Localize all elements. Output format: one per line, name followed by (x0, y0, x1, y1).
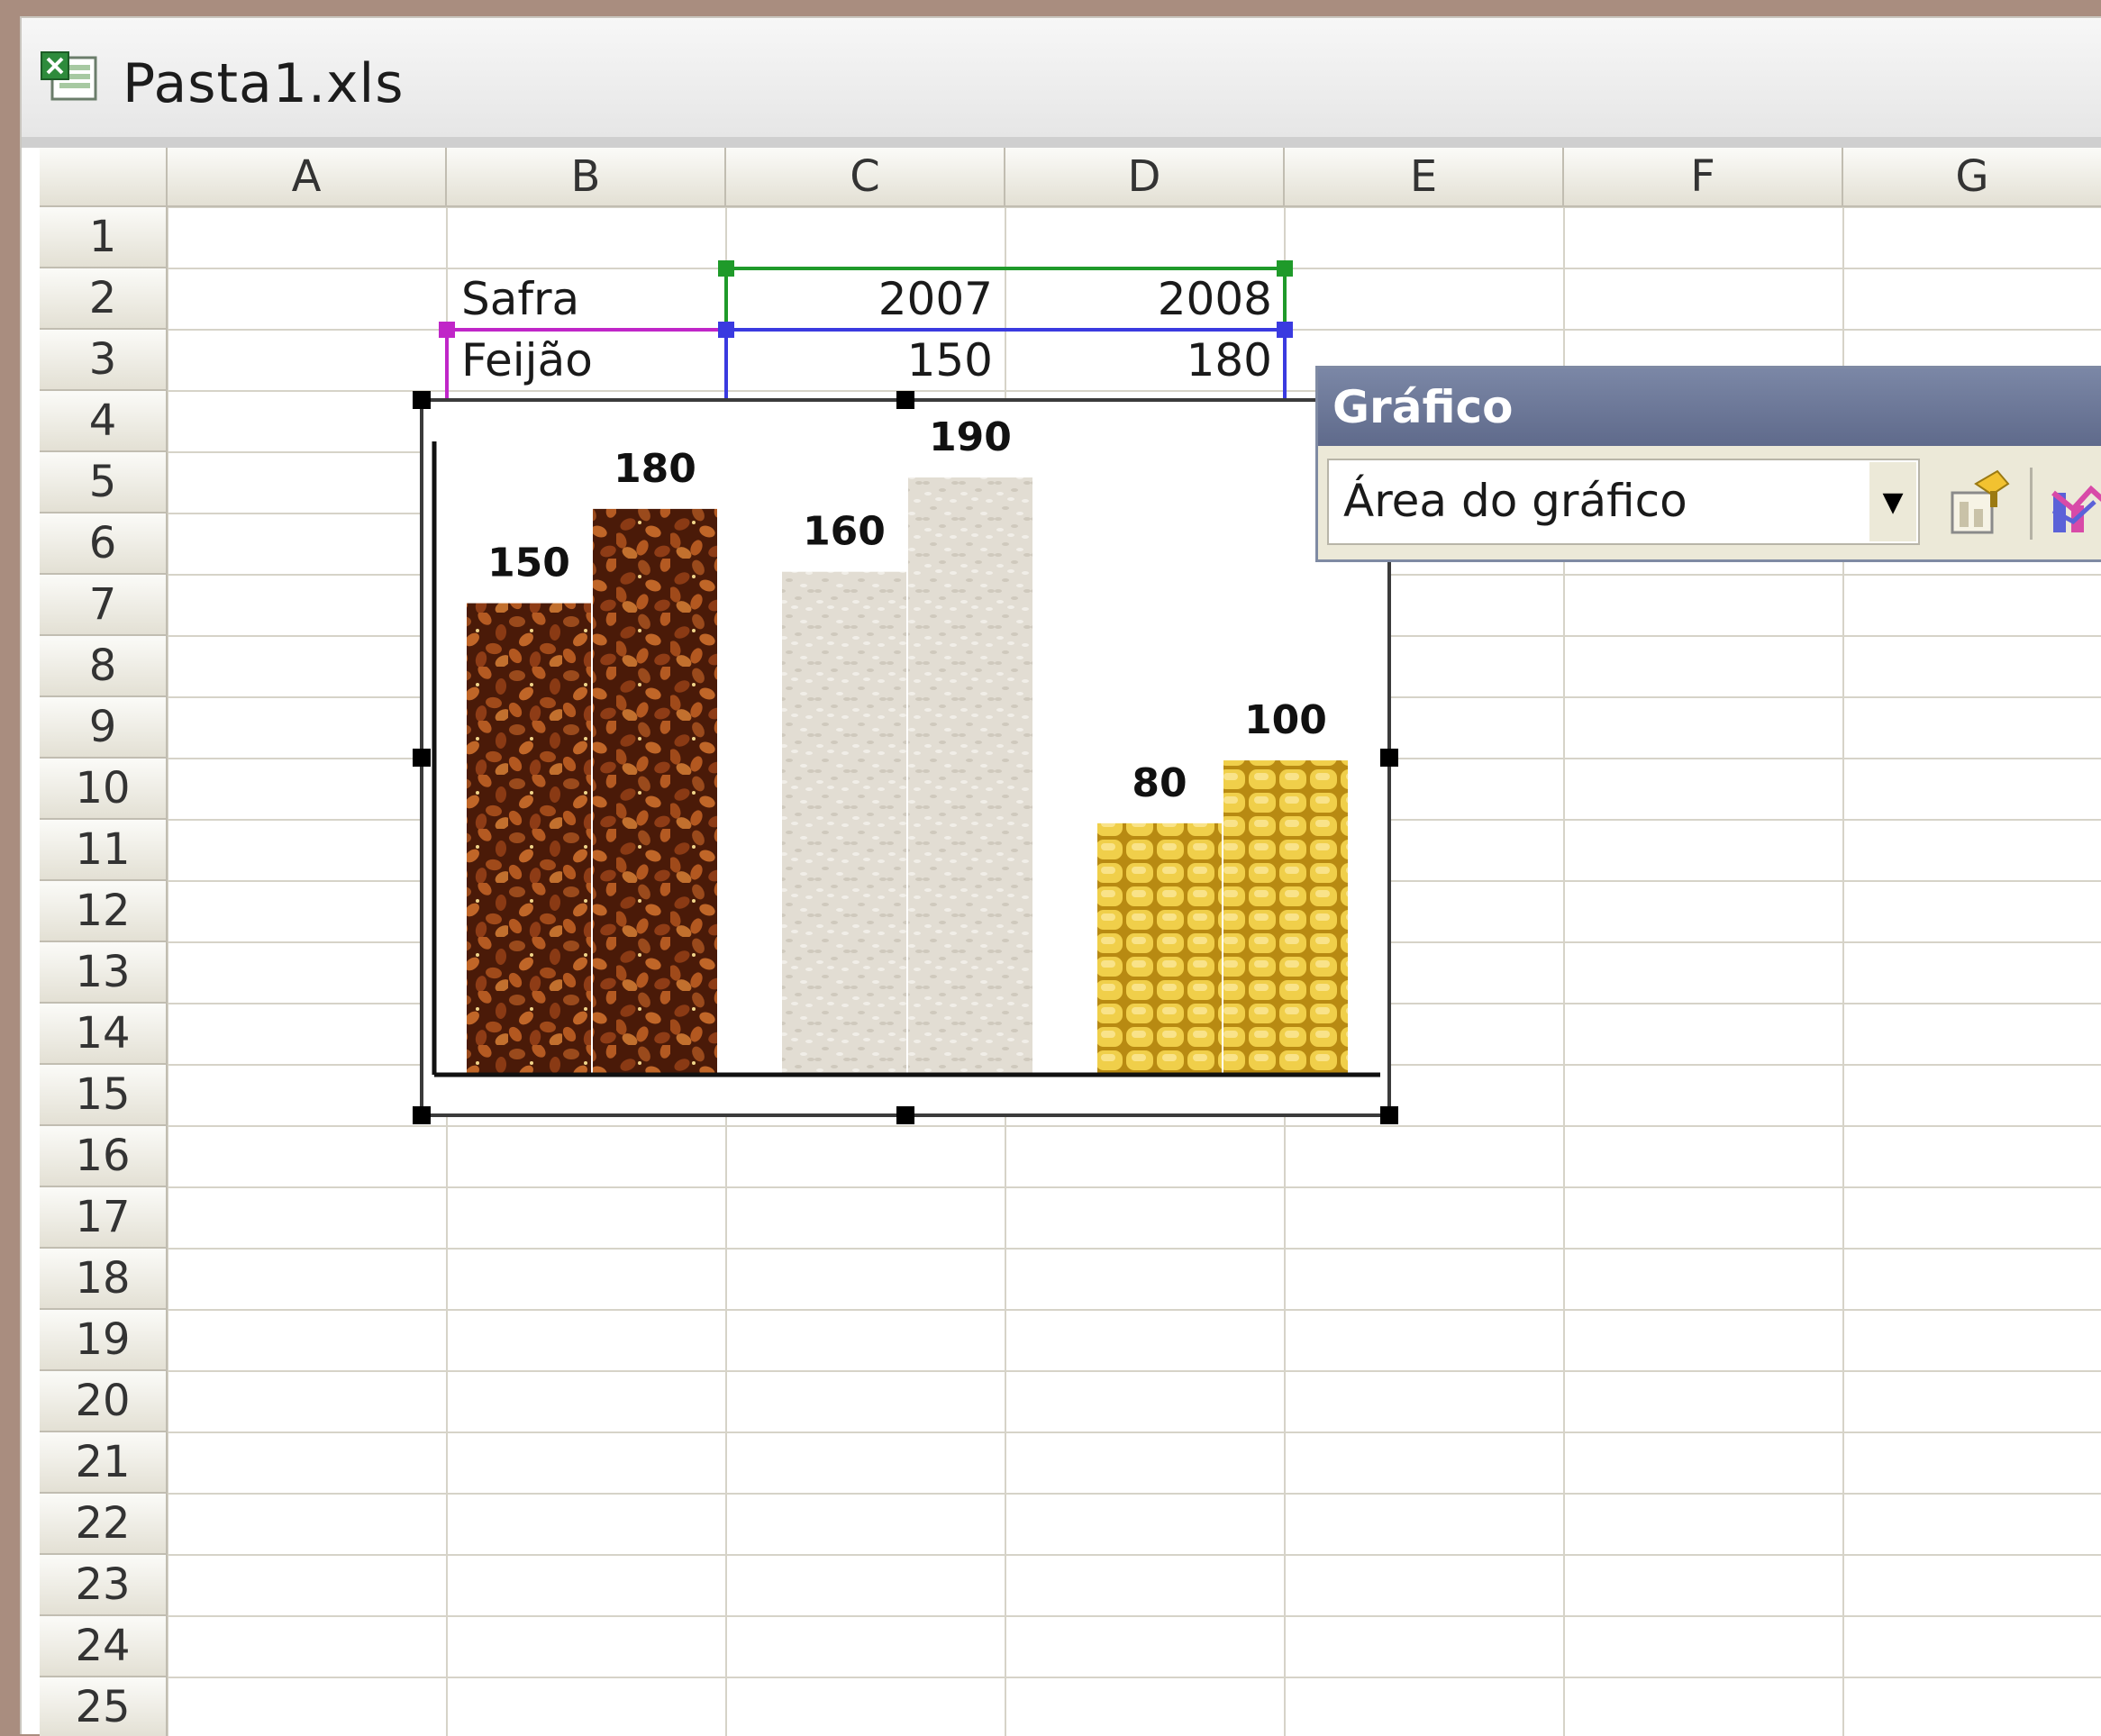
data-label: 150 (487, 541, 570, 586)
data-label: 80 (1132, 760, 1187, 806)
resize-handle[interactable] (413, 1106, 431, 1124)
data-label: 190 (929, 414, 1012, 460)
resize-handle[interactable] (413, 749, 431, 767)
chart-object-select[interactable]: Área do gráfico ▼ (1327, 459, 1920, 545)
bar-feijo-2008[interactable] (593, 508, 717, 1075)
chart-type-icon[interactable] (2046, 466, 2101, 541)
resize-handle[interactable] (896, 1106, 914, 1124)
chevron-down-icon[interactable]: ▼ (1869, 462, 1916, 541)
bar-arroz-2007[interactable] (782, 571, 906, 1075)
bar-chart[interactable]: 150 180 160 190 80 100 (22, 18, 2101, 1736)
format-chart-area-icon[interactable] (1940, 466, 2015, 541)
chart-object-select-value: Área do gráfico (1343, 475, 1687, 527)
workbook-window: Pasta1.xls ABCDEFG 1 2 3 4 5 6 7 8 9 10 11 12 13 14 15… (20, 16, 2101, 1736)
chart-toolbar-title[interactable]: Gráfico (1318, 368, 2101, 446)
data-label: 100 (1244, 697, 1327, 743)
bar-arroz-2008[interactable] (908, 477, 1032, 1075)
resize-handle[interactable] (1380, 749, 1398, 767)
resize-handle[interactable] (1380, 1106, 1398, 1124)
data-label: 180 (614, 446, 696, 492)
bar-milho-2007[interactable] (1097, 823, 1222, 1075)
resize-handle[interactable] (413, 391, 431, 409)
resize-handle[interactable] (896, 391, 914, 409)
data-label: 160 (803, 509, 886, 555)
bar-feijo-2007[interactable] (467, 603, 591, 1075)
toolbar-separator (2030, 468, 2033, 540)
chart-toolbar[interactable]: Gráfico Área do gráfico ▼ (1315, 366, 2101, 562)
bar-milho-2008[interactable] (1223, 760, 1348, 1075)
